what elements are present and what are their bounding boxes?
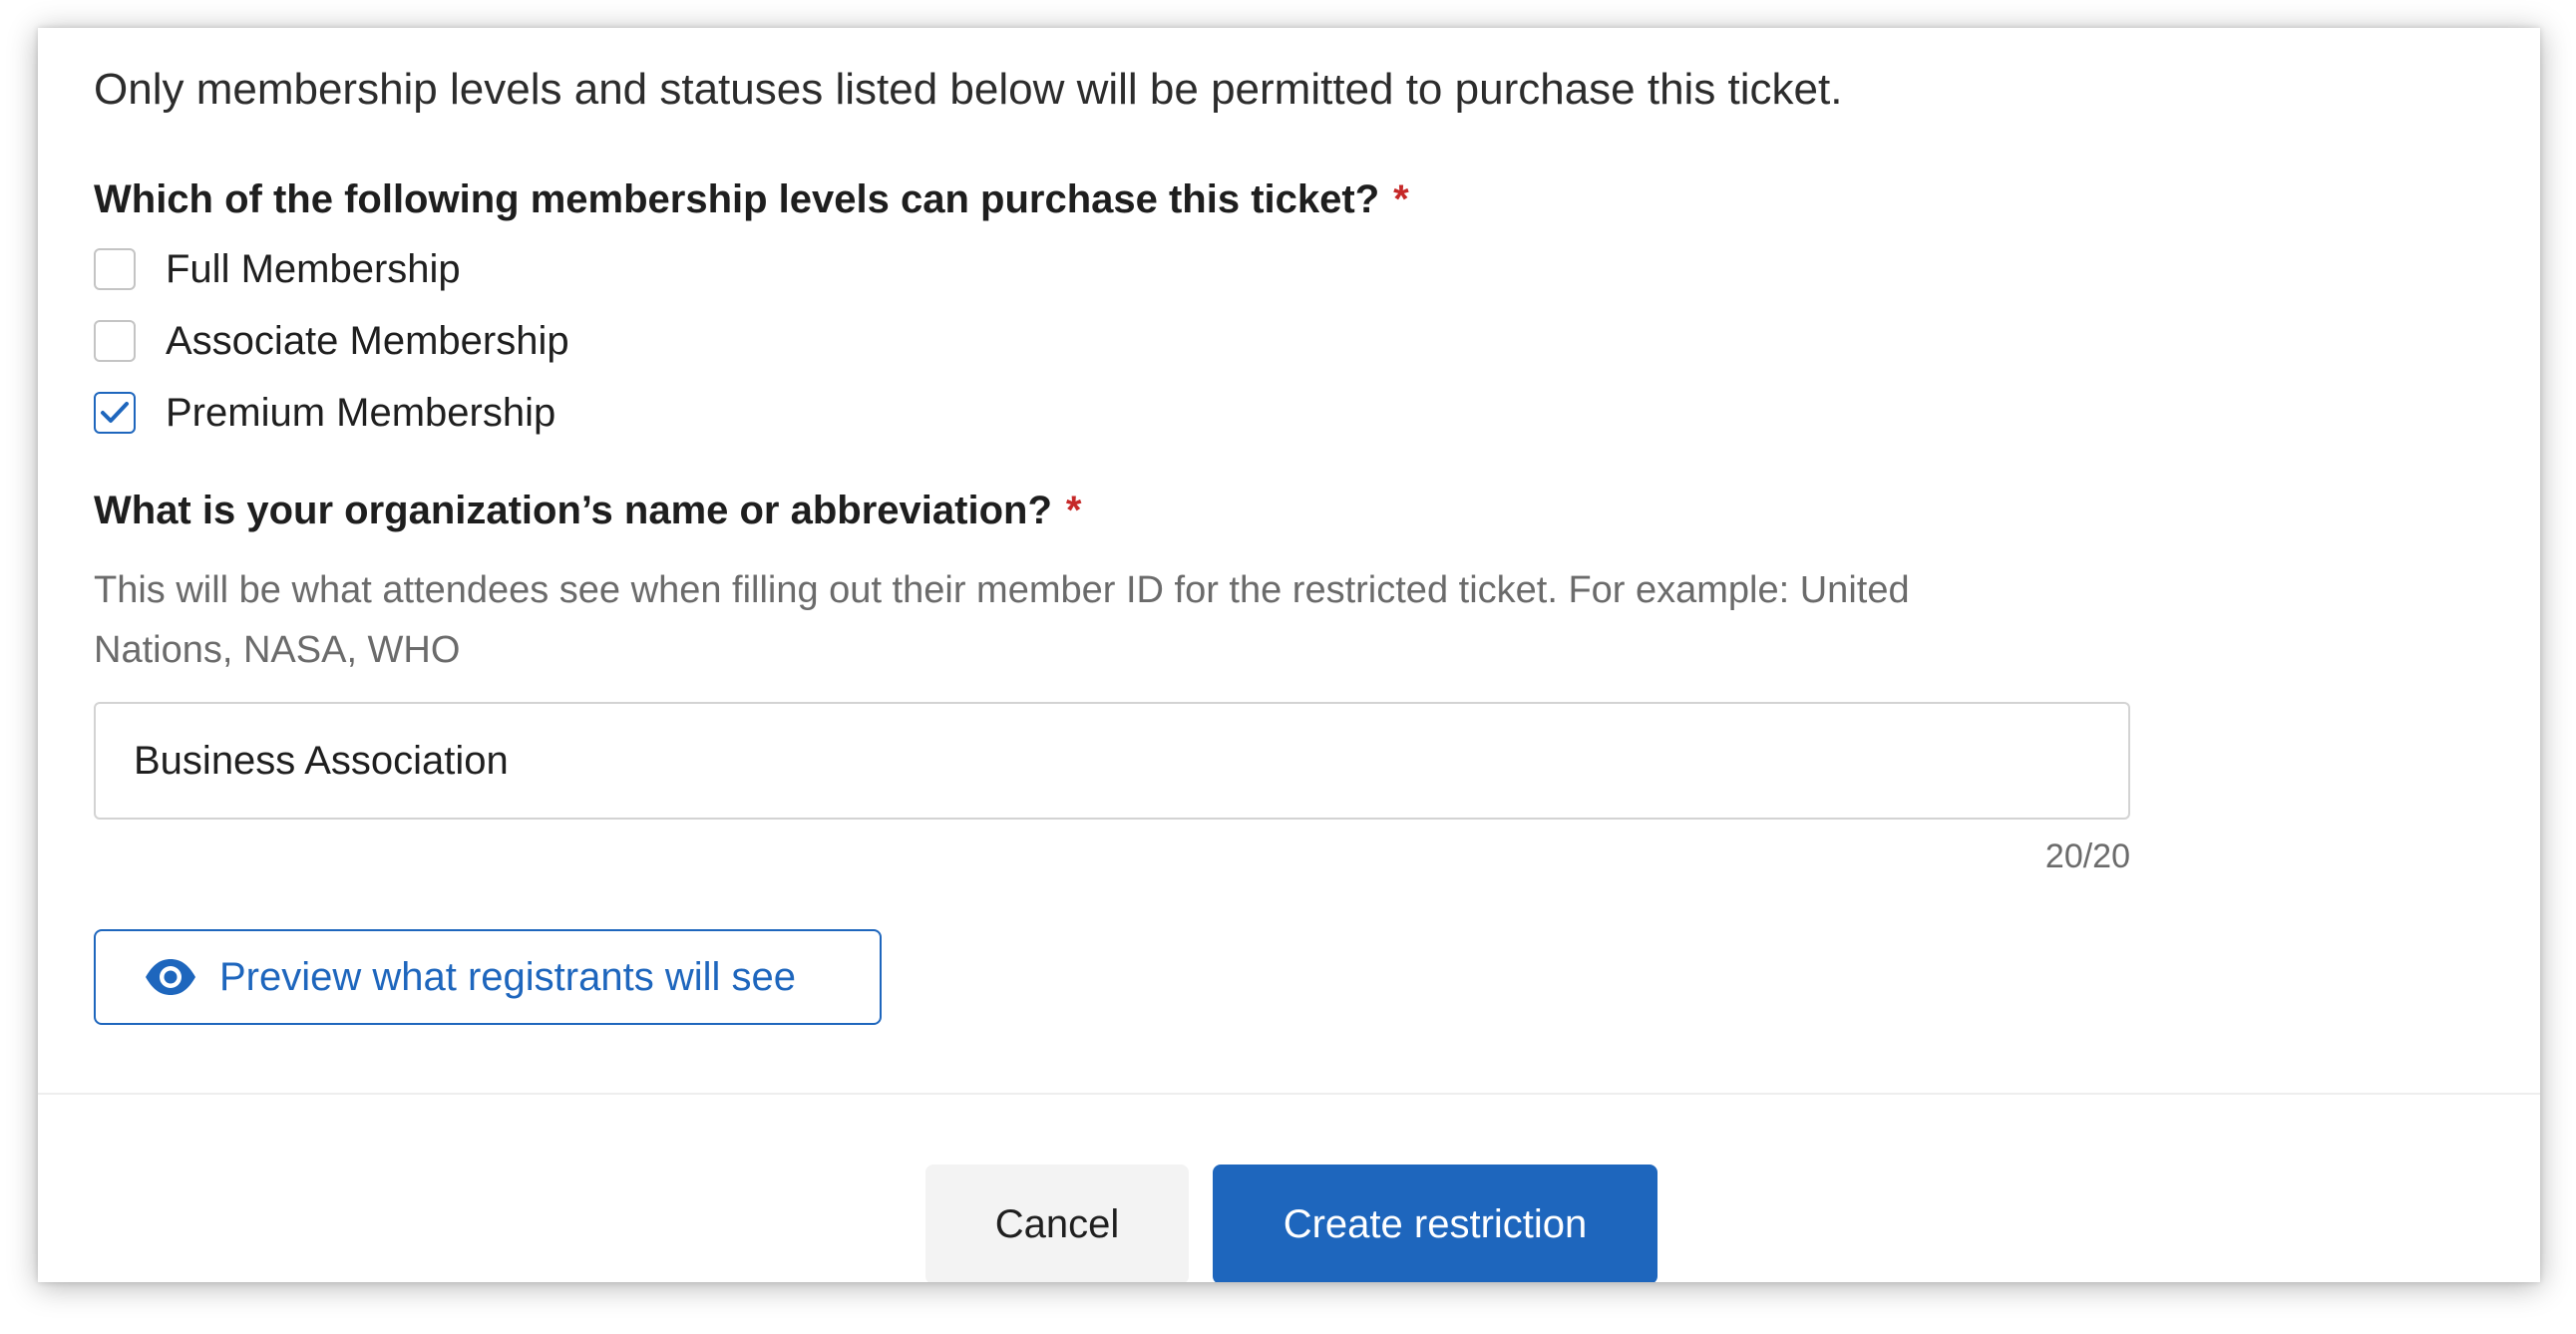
required-asterisk: * — [1065, 489, 1082, 532]
org-name-help-text: This will be what attendees see when fil… — [94, 569, 1910, 671]
checkbox[interactable] — [94, 320, 136, 362]
cancel-button[interactable]: Cancel — [925, 1165, 1189, 1282]
checkbox[interactable] — [94, 392, 136, 434]
org-name-question-label: What is your organization’s name or abbr… — [94, 489, 1052, 532]
option-label: Associate Membership — [166, 318, 569, 363]
restriction-dialog: Only membership levels and statuses list… — [38, 28, 2540, 1282]
preview-button-label: Preview what registrants will see — [219, 954, 796, 999]
required-asterisk: * — [1393, 177, 1409, 221]
checkmark-icon — [101, 402, 129, 423]
option-label: Full Membership — [166, 246, 461, 291]
checkbox[interactable] — [94, 248, 136, 290]
checkbox-option-associate-membership[interactable]: Associate Membership — [94, 317, 569, 365]
create-restriction-button[interactable]: Create restriction — [1213, 1165, 1657, 1282]
option-label: Premium Membership — [166, 390, 556, 435]
dialog-content: Only membership levels and statuses list… — [38, 28, 2540, 1093]
membership-question-label: Which of the following membership levels… — [94, 177, 1380, 221]
org-name-question: What is your organization’s name or abbr… — [94, 485, 1081, 536]
org-name-input[interactable] — [94, 702, 2130, 820]
preview-button[interactable]: Preview what registrants will see — [94, 929, 882, 1025]
checkbox-option-premium-membership[interactable]: Premium Membership — [94, 389, 555, 437]
checkbox-option-full-membership[interactable]: Full Membership — [94, 245, 461, 293]
eye-icon — [144, 958, 197, 996]
dialog-footer: Cancel Create restriction — [38, 1093, 2540, 1282]
character-counter: 20/20 — [2044, 837, 2130, 875]
intro-text: Only membership levels and statuses list… — [94, 65, 1843, 114]
membership-question: Which of the following membership levels… — [94, 173, 1409, 225]
